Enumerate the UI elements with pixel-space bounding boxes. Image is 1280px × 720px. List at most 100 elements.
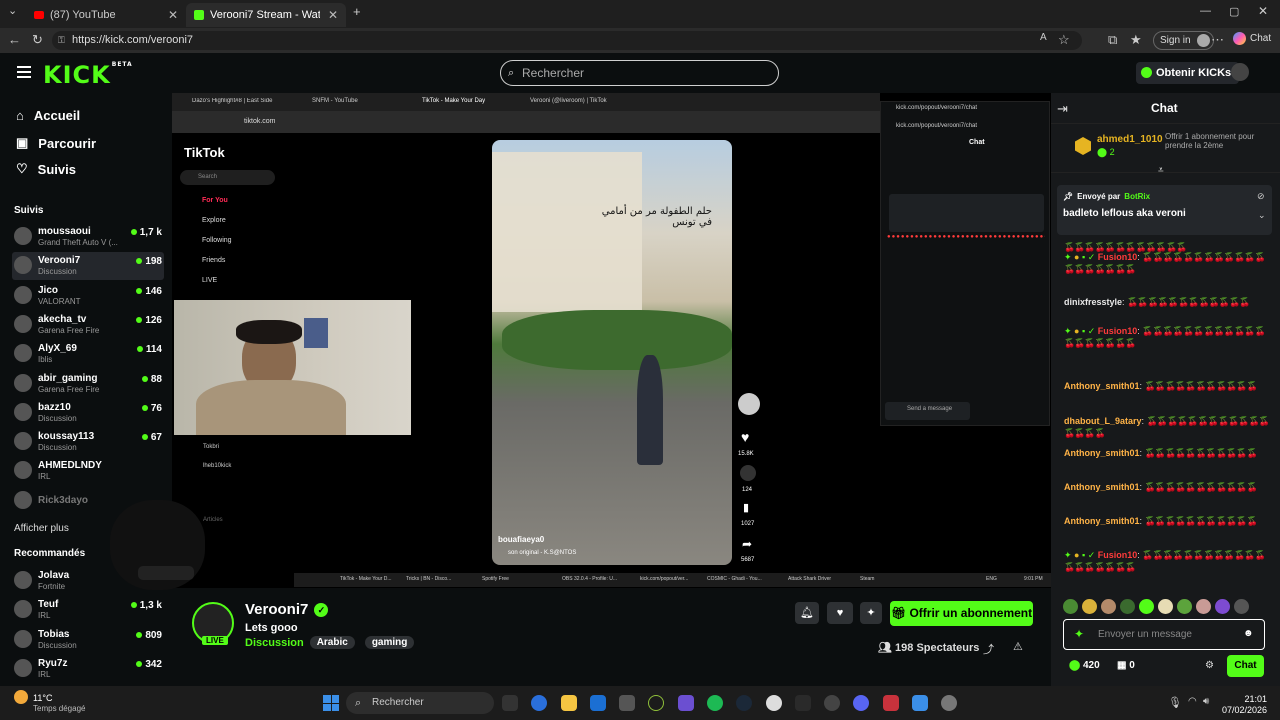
channel-item[interactable]: koussay113 Discussion 67: [12, 428, 164, 456]
teams-icon[interactable]: [678, 695, 694, 711]
steam-icon[interactable]: [736, 695, 752, 711]
url-field[interactable]: ⚿ https://kick.com/verooni7: [52, 31, 1082, 50]
sparkle-icon[interactable]: ✦: [860, 602, 882, 624]
kick-logo[interactable]: KICKBETA: [43, 61, 133, 89]
mic-icon[interactable]: 🎙︎: [1168, 696, 1182, 709]
gifts-display[interactable]: ▦ 0: [1117, 660, 1135, 671]
obs-icon[interactable]: [824, 695, 840, 711]
video-player[interactable]: Dazo's Highlight#8 | East Side SNFM - Yo…: [172, 93, 1051, 588]
close-window-icon[interactable]: ✕: [1258, 4, 1268, 18]
discord-icon[interactable]: [853, 695, 869, 711]
wifi-icon[interactable]: ◠: [1188, 696, 1197, 707]
maximize-icon[interactable]: ▢: [1229, 5, 1239, 18]
signin-button[interactable]: Sign in: [1153, 31, 1214, 50]
favorites-icon[interactable]: ★: [1130, 32, 1142, 48]
xbox-icon[interactable]: [648, 695, 664, 711]
terminal-icon[interactable]: [795, 695, 811, 711]
app-icon[interactable]: [883, 695, 899, 711]
settings-icon[interactable]: [941, 695, 957, 711]
minimize-icon[interactable]: —: [1200, 5, 1211, 17]
chevron-down-icon[interactable]: ⌄: [1258, 210, 1266, 221]
emote-icon[interactable]: [1177, 599, 1192, 614]
chrome-icon[interactable]: [766, 695, 782, 711]
category-link[interactable]: Discussion: [245, 637, 304, 649]
points-display[interactable]: ⬤ 420: [1069, 660, 1100, 671]
tab-youtube[interactable]: (87) YouTube ✕: [26, 3, 186, 27]
collapse-chat-icon[interactable]: ⇥: [1057, 101, 1068, 117]
close-tab-icon[interactable]: ✕: [328, 8, 338, 22]
channel-item[interactable]: abir_gaming Garena Free Fire 88: [12, 370, 164, 398]
channel-item[interactable]: akecha_tv Garena Free Fire 126: [12, 311, 164, 339]
copilot-chat-button[interactable]: Chat: [1233, 32, 1271, 45]
clock-date[interactable]: 07/02/2026: [1221, 705, 1267, 715]
channel-item[interactable]: AlyX_69 Iblis 114: [12, 340, 164, 368]
chat-username[interactable]: Anthony_smith01: [1064, 381, 1140, 391]
taskbar-search[interactable]: ⌕ Rechercher: [346, 692, 494, 714]
volume-icon[interactable]: 🔊︎: [1203, 696, 1209, 707]
chat-username[interactable]: dinixfresstyle: [1064, 297, 1122, 307]
chat-username[interactable]: Anthony_smith01: [1064, 448, 1140, 458]
emote-icon[interactable]: [1120, 599, 1135, 614]
chat-username[interactable]: Fusion10: [1098, 326, 1138, 336]
nav-following[interactable]: ♡ Suivis: [16, 161, 76, 177]
tab-kick[interactable]: Verooni7 Stream - Watch Live ✕: [186, 3, 346, 27]
extensions-icon[interactable]: ⧉: [1108, 32, 1117, 48]
emote-icon[interactable]: [1234, 599, 1249, 614]
chat-username[interactable]: Anthony_smith01: [1064, 482, 1140, 492]
search-input[interactable]: ⌕ Rechercher: [500, 60, 779, 86]
file-explorer-icon[interactable]: [561, 695, 577, 711]
emoji-icon[interactable]: ☻: [1243, 628, 1254, 639]
user-avatar[interactable]: [1231, 63, 1249, 81]
streamer-name[interactable]: Verooni7: [245, 601, 308, 618]
chat-username[interactable]: Anthony_smith01: [1064, 516, 1140, 526]
channel-item[interactable]: Teuf IRL 1,3 k: [12, 596, 164, 624]
emote-icon[interactable]: [1158, 599, 1173, 614]
close-tab-icon[interactable]: ✕: [168, 8, 178, 22]
channel-item[interactable]: moussaoui Grand Theft Auto V (... 1,7 k: [12, 223, 164, 251]
channel-item[interactable]: Tobias Discussion 809: [12, 626, 164, 654]
read-aloud-icon[interactable]: A: [1040, 32, 1047, 43]
tiktok-video[interactable]: حلم الطفولة مر من أمامي في تونس bouafiae…: [492, 140, 732, 565]
channel-item[interactable]: Ryu7z IRL 342: [12, 655, 164, 683]
site-info-icon[interactable]: ⚿: [58, 31, 65, 50]
emote-icon[interactable]: [1215, 599, 1230, 614]
channel-item[interactable]: bazz10 Discussion 76: [12, 399, 164, 427]
spotify-icon[interactable]: [707, 695, 723, 711]
back-icon[interactable]: ←: [8, 32, 21, 47]
task-view-icon[interactable]: [502, 695, 518, 711]
chat-username[interactable]: Fusion10: [1098, 550, 1138, 560]
emote-icon[interactable]: [1082, 599, 1097, 614]
show-more-link[interactable]: Afficher plus: [14, 523, 69, 534]
tag[interactable]: gaming: [364, 636, 415, 649]
follow-heart-icon[interactable]: ♥: [827, 602, 853, 624]
emote-icon[interactable]: [1196, 599, 1211, 614]
report-icon[interactable]: ⚠: [1013, 640, 1023, 653]
channel-item[interactable]: Jico VALORANT 146: [12, 282, 164, 310]
menu-icon[interactable]: [17, 66, 31, 78]
nav-home[interactable]: ⌂ Accueil: [16, 108, 80, 123]
chat-username[interactable]: Fusion10: [1098, 252, 1138, 262]
expand-pinned-icon[interactable]: ⩡: [1158, 165, 1164, 176]
emote-icon[interactable]: [1101, 599, 1116, 614]
chat-input[interactable]: ✦ Envoyer un message ☻: [1063, 619, 1265, 650]
emote-icon[interactable]: [1139, 599, 1154, 614]
gift-subscription-button[interactable]: 🎁︎ Offrir un abonnement: [890, 601, 1033, 626]
tag[interactable]: Arabic: [309, 636, 355, 649]
emote-icon[interactable]: [1063, 599, 1078, 614]
notification-bell-icon[interactable]: 🔔︎: [795, 602, 819, 624]
outlook-icon[interactable]: [590, 695, 606, 711]
channel-item[interactable]: AHMEDLNDY IRL: [12, 457, 164, 485]
hide-announcement-icon[interactable]: ⊘: [1257, 191, 1265, 202]
tab-list-icon[interactable]: ⌄: [8, 4, 17, 17]
chat-username[interactable]: dhabout_L_9atary: [1064, 416, 1142, 426]
reload-icon[interactable]: ↻: [32, 32, 43, 48]
notepad-icon[interactable]: [912, 695, 928, 711]
channel-item[interactable]: Verooni7 Discussion 198: [12, 252, 164, 281]
clock-time[interactable]: 21:01: [1235, 694, 1267, 704]
share-icon[interactable]: ⤴: [983, 641, 994, 657]
windows-start-icon[interactable]: [323, 695, 339, 711]
app-icon[interactable]: [619, 695, 635, 711]
more-icon[interactable]: ⋯: [1211, 32, 1224, 48]
favorite-icon[interactable]: ☆: [1058, 32, 1070, 48]
new-tab-icon[interactable]: +: [353, 4, 361, 19]
